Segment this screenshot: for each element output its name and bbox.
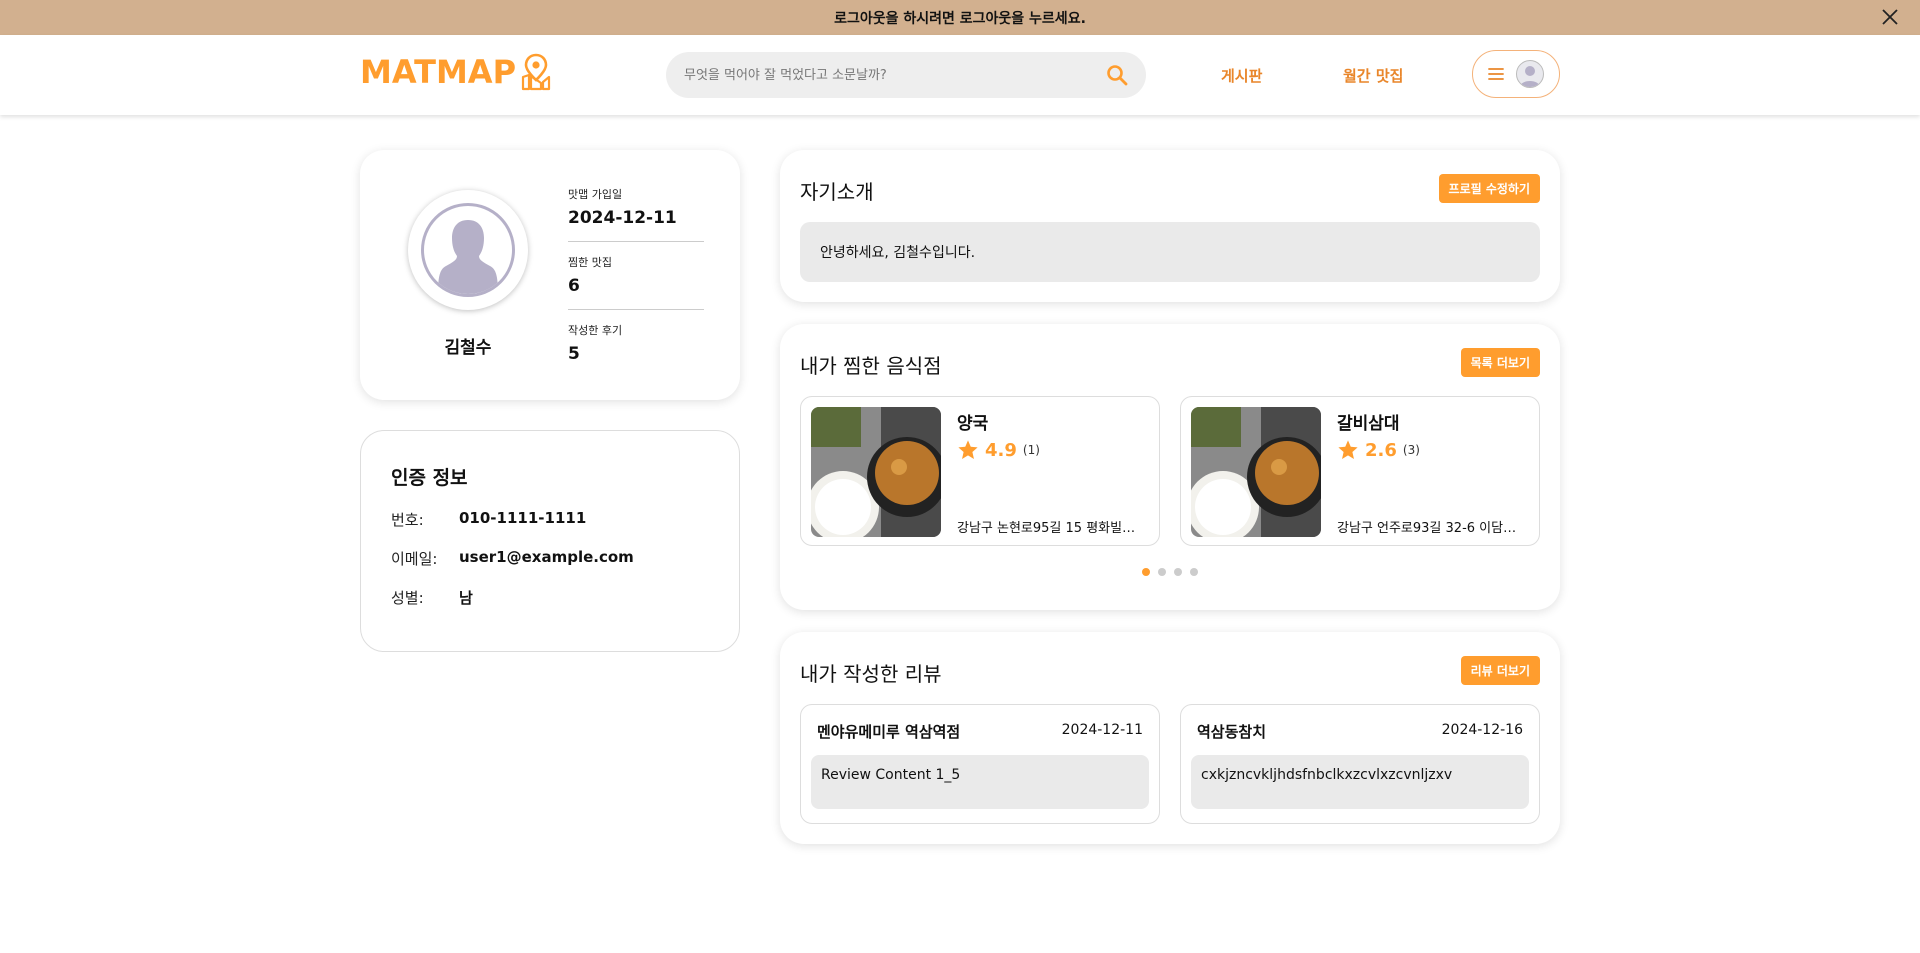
carousel-dot[interactable] bbox=[1158, 568, 1166, 576]
certification-card: 인증 정보 번호: 010-1111-1111 이메일: user1@examp… bbox=[360, 430, 740, 652]
user-silhouette-icon bbox=[438, 220, 498, 294]
more-reviews-button[interactable]: 리뷰 더보기 bbox=[1460, 656, 1540, 685]
review-content: Review Content 1_5 bbox=[811, 755, 1149, 809]
review-date: 2024-12-16 bbox=[1441, 722, 1523, 738]
cert-value: 남 bbox=[459, 589, 473, 607]
restaurant-rating: 4.9 (1) bbox=[957, 439, 1040, 461]
restaurant-image bbox=[1191, 407, 1321, 537]
stat-favorites: 찜한 맛집 6 bbox=[568, 254, 704, 296]
restaurant-name: 양국 bbox=[957, 414, 989, 434]
search-bar bbox=[666, 52, 1146, 98]
star-icon bbox=[958, 440, 978, 459]
intro-title: 자기소개 bbox=[800, 180, 874, 204]
cert-row-email: 이메일: user1@example.com bbox=[391, 548, 634, 569]
more-favorites-button[interactable]: 목록 더보기 bbox=[1460, 348, 1540, 377]
header: MATMAP 게시판 월간 맛집 bbox=[0, 35, 1920, 115]
restaurant-card[interactable]: 갈비삼대 2.6 (3) 강남구 언주로93길 32-6 이담빌딩 1층 bbox=[1180, 396, 1540, 546]
stat-value: 2024-12-11 bbox=[568, 208, 677, 228]
cert-value: user1@example.com bbox=[459, 548, 634, 566]
stat-label: 찜한 맛집 bbox=[568, 256, 612, 269]
rating-score: 4.9 bbox=[985, 439, 1017, 461]
map-pin-icon bbox=[521, 53, 551, 91]
divider bbox=[568, 309, 704, 310]
profile-avatar bbox=[408, 190, 528, 310]
carousel-pagination bbox=[780, 568, 1560, 576]
stat-value: 6 bbox=[568, 276, 580, 296]
review-date: 2024-12-11 bbox=[1061, 722, 1143, 738]
rating-count: (1) bbox=[1022, 443, 1040, 457]
review-restaurant: 멘야유메미루 역삼역점 bbox=[817, 723, 961, 741]
stat-join-date: 맛맵 가입일 2024-12-11 bbox=[568, 186, 704, 228]
restaurant-image bbox=[811, 407, 941, 537]
search-input[interactable] bbox=[684, 67, 1106, 83]
cert-row-phone: 번호: 010-1111-1111 bbox=[391, 509, 586, 530]
divider bbox=[568, 241, 704, 242]
my-reviews-card: 내가 작성한 리뷰 리뷰 더보기 멘야유메미루 역삼역점 2024-12-11 … bbox=[780, 632, 1560, 844]
restaurant-address: 강남구 언주로93길 32-6 이담빌딩 1층 bbox=[1337, 521, 1527, 536]
logo-text: MATMAP bbox=[360, 53, 517, 91]
user-avatar-icon bbox=[1516, 60, 1544, 88]
rating-count: (3) bbox=[1402, 443, 1420, 457]
close-icon[interactable] bbox=[1880, 7, 1900, 27]
stat-reviews: 작성한 후기 5 bbox=[568, 322, 704, 364]
stat-value: 5 bbox=[568, 344, 580, 364]
profile-card: 김철수 맛맵 가입일 2024-12-11 찜한 맛집 6 작성한 후기 5 bbox=[360, 150, 740, 400]
edit-profile-button[interactable]: 프로필 수정하기 bbox=[1438, 174, 1540, 203]
cert-label: 이메일: bbox=[391, 550, 438, 568]
favorites-title: 내가 찜한 음식점 bbox=[800, 354, 942, 378]
logout-banner: 로그아웃을 하시려면 로그아웃을 누르세요. bbox=[0, 0, 1920, 35]
nav-board-link[interactable]: 게시판 bbox=[1221, 65, 1262, 86]
certification-title: 인증 정보 bbox=[391, 467, 468, 489]
restaurant-card[interactable]: 양국 4.9 (1) 강남구 논현로95길 15 평화빌딩 1층 bbox=[800, 396, 1160, 546]
review-card[interactable]: 역삼동참치 2024-12-16 cxkjzncvkljhdsfnbclkxzc… bbox=[1180, 704, 1540, 824]
restaurant-address: 강남구 논현로95길 15 평화빌딩 1층 bbox=[957, 521, 1147, 536]
reviews-title: 내가 작성한 리뷰 bbox=[800, 662, 942, 686]
intro-text: 안녕하세요, 김철수입니다. bbox=[800, 222, 1540, 282]
user-menu-button[interactable] bbox=[1472, 50, 1560, 98]
stat-label: 작성한 후기 bbox=[568, 324, 623, 337]
star-icon bbox=[1338, 440, 1358, 459]
hamburger-menu-icon bbox=[1488, 68, 1504, 80]
rating-score: 2.6 bbox=[1365, 439, 1397, 461]
search-icon[interactable] bbox=[1106, 64, 1128, 86]
cert-row-gender: 성별: 남 bbox=[391, 587, 473, 608]
nav-monthly-link[interactable]: 월간 맛집 bbox=[1343, 65, 1403, 86]
carousel-dot[interactable] bbox=[1190, 568, 1198, 576]
favorite-restaurants-card: 내가 찜한 음식점 목록 더보기 양국 4.9 (1) 강남구 논현로95길 1… bbox=[780, 324, 1560, 610]
review-content: cxkjzncvkljhdsfnbclkxzcvlxzcvnljzxv bbox=[1191, 755, 1529, 809]
restaurant-rating: 2.6 (3) bbox=[1337, 439, 1420, 461]
restaurant-name: 갈비삼대 bbox=[1337, 414, 1400, 434]
carousel-dot[interactable] bbox=[1174, 568, 1182, 576]
stat-label: 맛맵 가입일 bbox=[568, 188, 623, 201]
intro-card: 자기소개 프로필 수정하기 안녕하세요, 김철수입니다. bbox=[780, 150, 1560, 302]
cert-value: 010-1111-1111 bbox=[459, 509, 587, 527]
cert-label: 번호: bbox=[391, 511, 424, 529]
review-card[interactable]: 멘야유메미루 역삼역점 2024-12-11 Review Content 1_… bbox=[800, 704, 1160, 824]
carousel-dot[interactable] bbox=[1142, 568, 1150, 576]
profile-name: 김철수 bbox=[444, 338, 492, 358]
cert-label: 성별: bbox=[391, 589, 424, 607]
banner-text: 로그아웃을 하시려면 로그아웃을 누르세요. bbox=[834, 10, 1086, 27]
review-restaurant: 역삼동참치 bbox=[1197, 723, 1267, 741]
logo[interactable]: MATMAP bbox=[360, 53, 552, 91]
